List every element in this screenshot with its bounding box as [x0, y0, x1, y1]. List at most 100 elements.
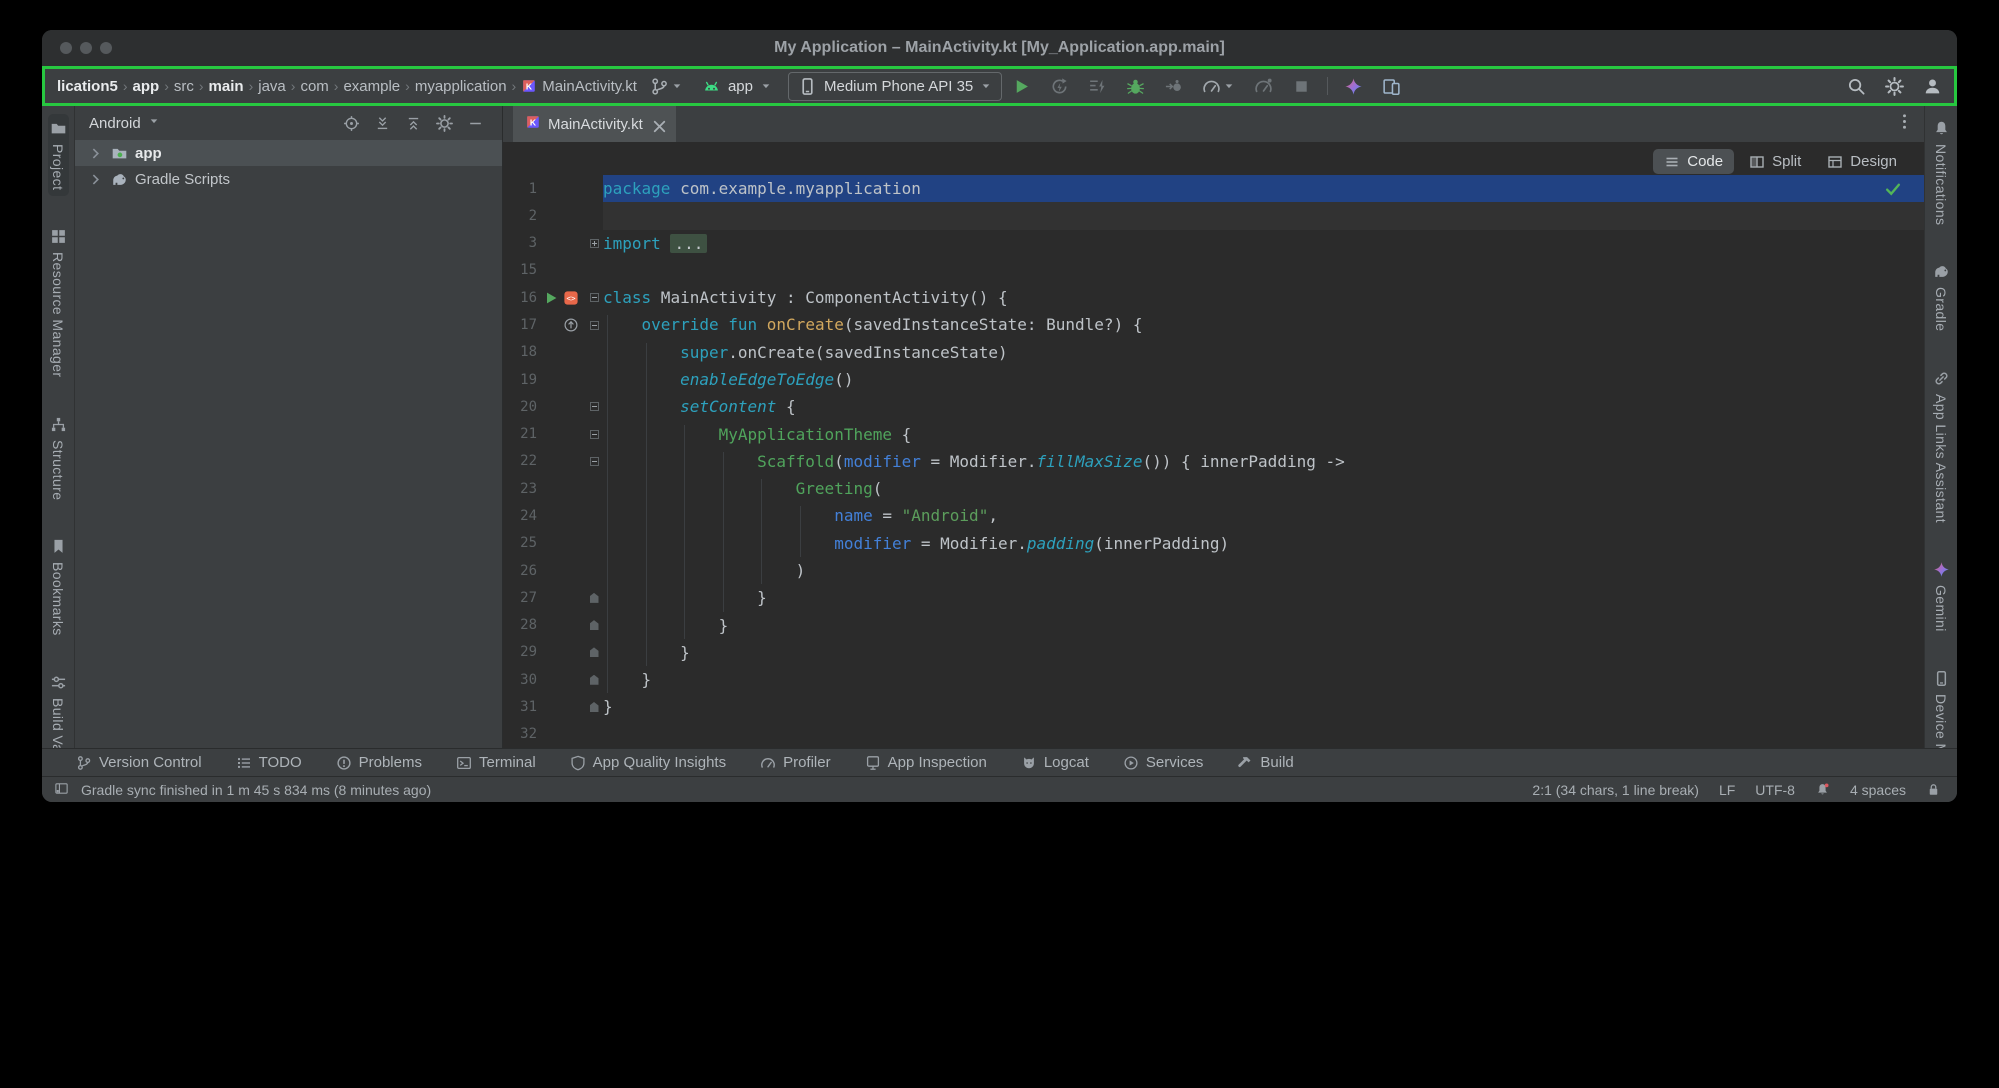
gemini-button[interactable] [1341, 75, 1366, 98]
tool-stripe-structure[interactable]: Structure [48, 410, 69, 506]
code-line-text[interactable]: } [603, 693, 1924, 720]
options-icon[interactable] [436, 115, 453, 132]
fold-end-marker-icon[interactable] [590, 675, 599, 685]
breadcrumb-item-com[interactable]: com [297, 77, 331, 96]
fold-marker-icon[interactable] [590, 430, 599, 439]
code-line-text[interactable]: class MainActivity : ComponentActivity()… [603, 284, 1924, 311]
hide-panel-icon[interactable] [467, 115, 484, 132]
editor-tab-mainactivity[interactable]: K MainActivity.kt [513, 106, 676, 142]
tool-stripe-resource-manager[interactable]: Resource Manager [48, 222, 69, 383]
fold-marker-icon[interactable] [590, 239, 599, 248]
breadcrumb-item-java[interactable]: java [255, 77, 289, 96]
close-window-button[interactable] [60, 42, 72, 54]
breadcrumb-item-myapplication[interactable]: myapplication [412, 77, 510, 96]
code-line-text[interactable]: Greeting( [603, 475, 1924, 502]
fold-marker-icon[interactable] [590, 457, 599, 466]
compose-preview-icon[interactable]: <> [563, 290, 579, 306]
fold-end-marker-icon[interactable] [590, 702, 599, 712]
expand-all-icon[interactable] [405, 115, 422, 132]
code-line-text[interactable]: package com.example.myapplication [603, 175, 1924, 202]
minimize-window-button[interactable] [80, 42, 92, 54]
overrides-method-icon[interactable] [563, 317, 579, 333]
chevron-right-icon[interactable] [87, 145, 104, 162]
fold-marker-icon[interactable] [590, 321, 599, 330]
code-line-text[interactable]: } [603, 639, 1924, 666]
attach-debugger-button[interactable] [1161, 75, 1186, 98]
code-line-text[interactable] [603, 721, 1924, 748]
tree-item-gradle-scripts[interactable]: Gradle Scripts [75, 166, 502, 192]
breadcrumb-item-lication5[interactable]: lication5 [54, 77, 121, 96]
apply-code-changes-button[interactable] [1085, 75, 1110, 98]
tool-window-button-version-control[interactable]: Version Control [76, 754, 202, 771]
inspections-status-widget[interactable] [1884, 180, 1902, 203]
code-editor[interactable]: 1package com.example.myapplication23impo… [503, 142, 1924, 748]
file-encoding[interactable]: UTF-8 [1755, 782, 1795, 798]
run-line-icon[interactable] [543, 290, 559, 306]
tool-window-button-logcat[interactable]: Logcat [1021, 754, 1089, 771]
tool-window-layout-icon[interactable] [54, 781, 69, 796]
code-line-text[interactable] [603, 257, 1924, 284]
code-line-text[interactable]: override fun onCreate(savedInstanceState… [603, 311, 1924, 338]
fold-marker-icon[interactable] [590, 293, 599, 302]
tool-stripe-project[interactable]: Project [48, 114, 69, 196]
notifications-icon[interactable] [1815, 782, 1830, 797]
tool-window-button-app-quality-insights[interactable]: App Quality Insights [570, 754, 726, 771]
fold-end-marker-icon[interactable] [590, 647, 599, 657]
device-selector[interactable]: Medium Phone API 35 [788, 72, 1002, 101]
tool-stripe-notifications[interactable]: Notifications [1931, 114, 1952, 231]
code-line-text[interactable]: Scaffold(modifier = Modifier.fillMaxSize… [603, 448, 1924, 475]
profile-button[interactable] [1920, 75, 1945, 98]
code-line-text[interactable]: super.onCreate(savedInstanceState) [603, 339, 1924, 366]
collapse-all-icon[interactable] [374, 115, 391, 132]
tool-window-button-build[interactable]: Build [1237, 754, 1293, 771]
tool-stripe-bookmarks[interactable]: Bookmarks [48, 532, 69, 642]
view-mode-design[interactable]: Design [1816, 149, 1908, 174]
tool-stripe-gemini[interactable]: Gemini [1931, 555, 1952, 638]
breadcrumb-item-app[interactable]: app [130, 77, 163, 96]
search-everywhere-button[interactable] [1844, 75, 1869, 98]
caret-down-icon[interactable] [148, 115, 160, 127]
code-line-text[interactable]: enableEdgeToEdge() [603, 366, 1924, 393]
fold-end-marker-icon[interactable] [590, 620, 599, 630]
view-mode-split[interactable]: Split [1738, 149, 1812, 174]
code-line-text[interactable] [603, 202, 1924, 229]
profile-app-button[interactable] [1251, 75, 1276, 98]
code-line-text[interactable]: } [603, 612, 1924, 639]
stop-button[interactable] [1289, 75, 1314, 98]
code-line-text[interactable]: modifier = Modifier.padding(innerPadding… [603, 530, 1924, 557]
code-line-text[interactable]: MyApplicationTheme { [603, 421, 1924, 448]
tool-window-button-todo[interactable]: TODO [236, 754, 302, 771]
line-separator[interactable]: LF [1719, 782, 1735, 798]
code-line-text[interactable]: ) [603, 557, 1924, 584]
profiler-button[interactable] [1199, 75, 1238, 98]
tool-window-button-services[interactable]: Services [1123, 754, 1204, 771]
tool-window-button-problems[interactable]: Problems [336, 754, 422, 771]
tree-item-app[interactable]: app [75, 140, 502, 166]
tool-window-button-terminal[interactable]: Terminal [456, 754, 536, 771]
breadcrumb-item-src[interactable]: src [171, 77, 197, 96]
chevron-right-icon[interactable] [87, 171, 104, 188]
caret-position[interactable]: 2:1 (34 chars, 1 line break) [1532, 782, 1699, 798]
tool-stripe-app-links-assistant[interactable]: App Links Assistant [1931, 364, 1952, 529]
close-tab-icon[interactable] [650, 117, 664, 131]
code-line-text[interactable]: } [603, 666, 1924, 693]
vcs-widget[interactable] [647, 75, 686, 98]
zoom-window-button[interactable] [100, 42, 112, 54]
fold-end-marker-icon[interactable] [590, 593, 599, 603]
view-mode-code[interactable]: Code [1653, 149, 1734, 174]
code-line-text[interactable]: import ... [603, 230, 1924, 257]
settings-button[interactable] [1882, 75, 1907, 98]
tab-options-icon[interactable] [1895, 112, 1914, 131]
code-line-text[interactable]: } [603, 584, 1924, 611]
breadcrumb-item-mainactivity-kt[interactable]: KMainActivity.kt [518, 77, 640, 96]
fold-marker-icon[interactable] [590, 402, 599, 411]
run-configuration-selector[interactable]: app [693, 73, 781, 100]
breadcrumb-item-main[interactable]: main [206, 77, 247, 96]
project-view-mode[interactable]: Android [89, 115, 141, 132]
code-line-text[interactable]: name = "Android", [603, 502, 1924, 529]
debug-button[interactable] [1123, 75, 1148, 98]
code-line-text[interactable]: setContent { [603, 393, 1924, 420]
tool-window-button-profiler[interactable]: Profiler [760, 754, 831, 771]
select-opened-file-icon[interactable] [343, 115, 360, 132]
indent-style[interactable]: 4 spaces [1850, 782, 1906, 798]
